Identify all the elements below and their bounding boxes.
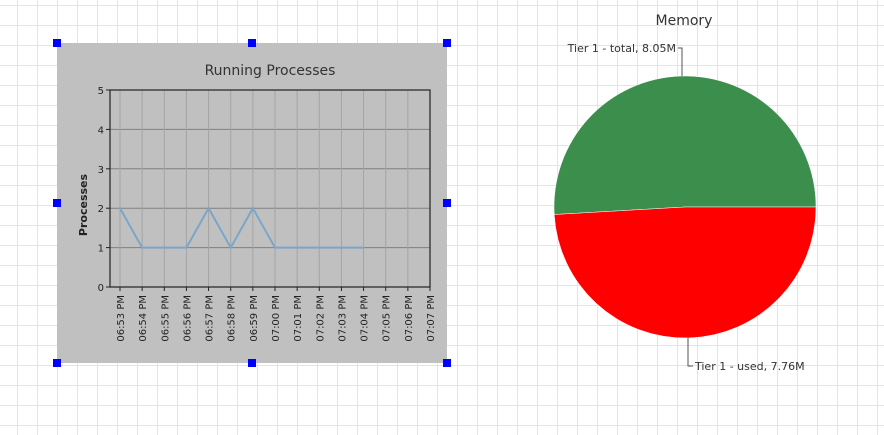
pie-title: Memory <box>656 13 713 29</box>
y-tick-label: 0 <box>98 283 104 294</box>
data-point <box>119 207 121 209</box>
x-axis-ticks: 06:53 PM 06:54 PM 06:55 PM 06:56 PM 06:57 PM… <box>116 287 437 342</box>
x-tick-label: 07:07 PM <box>426 295 437 342</box>
x-tick-label: 06:57 PM <box>205 295 216 342</box>
resize-handle[interactable] <box>53 359 61 367</box>
data-point <box>163 246 166 249</box>
x-tick-label: 07:00 PM <box>271 295 282 342</box>
data-point <box>207 207 210 209</box>
dashboard-canvas: Running Processes 0 1 2 3 4 5 06:53 PM 06:54 P… <box>53 13 817 373</box>
resize-handle[interactable] <box>53 39 61 47</box>
y-tick-label: 2 <box>98 204 104 215</box>
x-tick-label: 07:02 PM <box>315 295 326 342</box>
x-tick-label: 06:54 PM <box>138 295 149 342</box>
x-tick-label: 06:56 PM <box>182 295 193 342</box>
data-point <box>274 246 276 249</box>
y-axis-label: Processes <box>77 173 90 236</box>
data-point <box>185 246 188 249</box>
x-tick-label: 07:06 PM <box>404 295 415 342</box>
x-tick-label: 06:55 PM <box>160 295 171 342</box>
x-tick-label: 07:04 PM <box>360 295 371 342</box>
y-tick-label: 3 <box>98 165 104 176</box>
y-tick-label: 5 <box>98 86 104 97</box>
pie-slice-label: Tier 1 - used, 7.76M <box>694 360 805 373</box>
resize-handle[interactable] <box>443 199 451 207</box>
chart-title: Running Processes <box>205 63 336 79</box>
x-tick-label: 06:58 PM <box>227 295 238 342</box>
memory-widget[interactable]: Memory Tier 1 - total, 8.05M Tier 1 - use… <box>553 13 817 373</box>
x-tick-label: 07:03 PM <box>337 295 348 342</box>
y-tick-label: 1 <box>98 244 104 255</box>
data-point <box>296 246 298 249</box>
data-point <box>362 246 365 249</box>
pie-slice <box>553 206 817 339</box>
pie-leader-line <box>687 338 693 367</box>
running-processes-widget[interactable]: Running Processes 0 1 2 3 4 5 06:53 PM 06:54 P… <box>53 39 451 367</box>
data-point <box>252 207 254 209</box>
x-tick-label: 07:05 PM <box>382 295 393 342</box>
data-point <box>229 246 232 249</box>
pie-slice-label: Tier 1 - total, 8.05M <box>567 42 676 55</box>
resize-handle[interactable] <box>248 39 256 47</box>
pie-slices <box>553 75 817 339</box>
x-tick-label: 07:01 PM <box>293 295 304 342</box>
resize-handle[interactable] <box>443 39 451 47</box>
x-tick-label: 06:53 PM <box>116 295 127 342</box>
pie-slice <box>553 75 817 215</box>
data-point <box>141 246 143 249</box>
pie-leader-line <box>678 47 683 76</box>
x-tick-label: 06:59 PM <box>249 295 260 342</box>
resize-handle[interactable] <box>53 199 61 207</box>
resize-handle[interactable] <box>248 359 256 367</box>
resize-handle[interactable] <box>443 359 451 367</box>
data-point <box>318 246 321 249</box>
y-tick-label: 4 <box>98 125 104 136</box>
data-point <box>340 246 343 249</box>
